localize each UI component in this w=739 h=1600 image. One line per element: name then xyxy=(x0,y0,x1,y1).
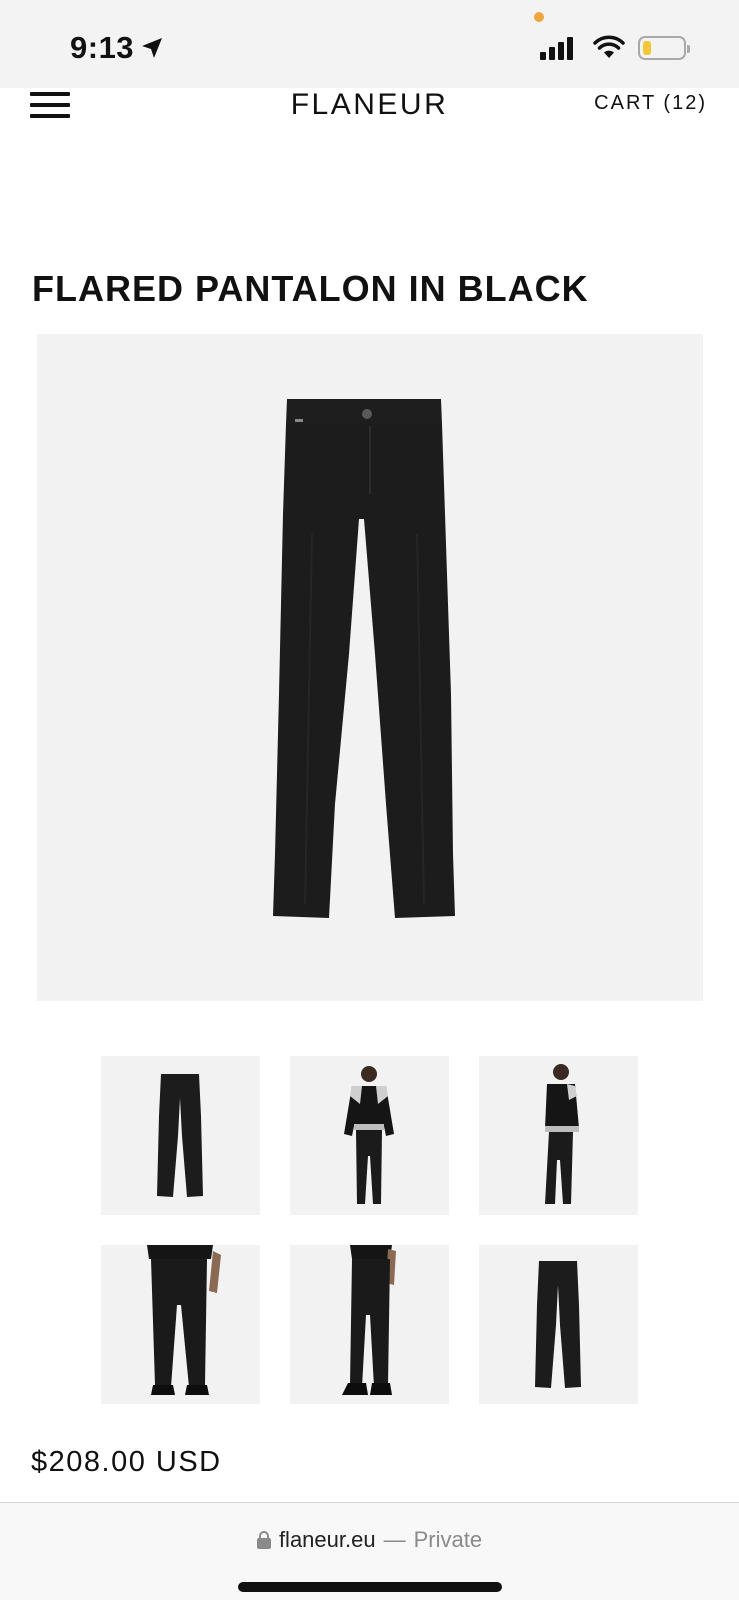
status-bar: 9:13 xyxy=(0,0,739,88)
browsing-mode: Private xyxy=(413,1527,483,1552)
product-price: $208.00 USD xyxy=(31,1446,222,1478)
status-time: 9:13 xyxy=(70,30,164,66)
home-indicator[interactable] xyxy=(238,1582,502,1592)
thumbnail-6[interactable] xyxy=(479,1245,638,1404)
url-separator: — xyxy=(383,1527,406,1552)
browser-address-bar[interactable]: flaneur.eu — Private xyxy=(0,1502,739,1600)
battery-level xyxy=(643,41,651,55)
trousers-front-thumb xyxy=(157,1074,203,1197)
legs-front-thumb xyxy=(147,1245,221,1395)
cart-link[interactable]: CART (12) xyxy=(594,92,707,115)
url-display[interactable]: flaneur.eu — Private xyxy=(0,1527,739,1553)
main-product-image[interactable] xyxy=(37,334,703,1001)
model-side-thumb xyxy=(545,1064,579,1204)
trousers-illustration xyxy=(273,399,455,918)
thumbnail-4[interactable] xyxy=(101,1245,260,1404)
url-domain: flaneur.eu xyxy=(278,1527,376,1552)
site-header: FLANEUR CART (12) xyxy=(0,88,739,128)
thumbnail-5[interactable] xyxy=(290,1245,449,1404)
thumbnail-2[interactable] xyxy=(290,1056,449,1215)
model-front-thumb xyxy=(344,1066,394,1204)
battery-icon xyxy=(638,36,690,60)
cellular-signal-icon xyxy=(540,36,573,60)
legs-side-thumb xyxy=(342,1245,396,1395)
privacy-indicator-dot xyxy=(534,12,544,22)
wifi-icon xyxy=(593,35,625,58)
trousers-back-thumb xyxy=(535,1261,581,1388)
lock-icon xyxy=(256,1531,271,1549)
location-arrow-icon xyxy=(142,38,163,58)
product-title: FLARED PANTALON IN BLACK xyxy=(32,268,589,309)
thumbnail-1[interactable] xyxy=(101,1056,260,1215)
clock-text: 9:13 xyxy=(70,30,135,65)
thumbnail-3[interactable] xyxy=(479,1056,638,1215)
